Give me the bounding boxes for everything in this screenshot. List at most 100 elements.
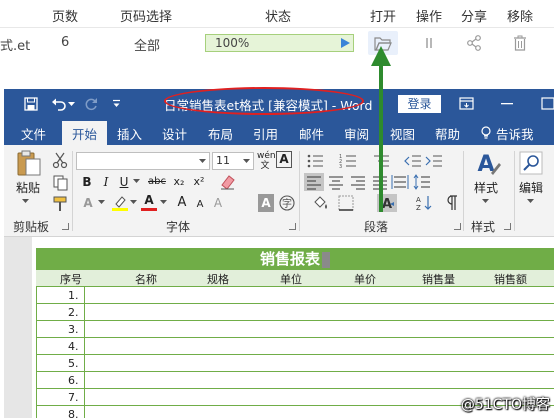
copy-icon[interactable] bbox=[50, 174, 70, 192]
table-row[interactable]: 1. bbox=[36, 287, 554, 304]
tab-mailings[interactable]: 邮件 bbox=[299, 124, 324, 143]
styles-launcher-icon[interactable] bbox=[504, 223, 511, 230]
styles-button-label[interactable]: 样式 bbox=[474, 179, 498, 197]
line-spacing-icon[interactable] bbox=[412, 173, 432, 191]
save-icon[interactable] bbox=[24, 97, 38, 111]
text-effects-button[interactable]: A bbox=[80, 194, 96, 212]
row-number: 3. bbox=[68, 323, 79, 336]
align-left-icon[interactable] bbox=[304, 173, 324, 191]
styles-dropdown-icon[interactable] bbox=[482, 199, 489, 204]
strikethrough-button[interactable]: abc bbox=[146, 173, 168, 191]
font-launcher-icon[interactable] bbox=[289, 223, 296, 230]
sheet-title: 销售报表 bbox=[36, 248, 554, 270]
group-separator bbox=[514, 151, 515, 231]
table-divider bbox=[84, 287, 85, 418]
font-color-dropdown-icon[interactable] bbox=[160, 200, 167, 205]
table-row[interactable]: 2. bbox=[36, 304, 554, 321]
file-list-panel: 页数 页码选择 状态 打开 操作 分享 移除 式.et 6 全部 100% bbox=[0, 0, 554, 88]
format-painter-icon[interactable] bbox=[50, 195, 70, 213]
column-header: 单位 bbox=[280, 273, 302, 286]
login-button[interactable]: 登录 bbox=[398, 95, 441, 113]
svg-text:A: A bbox=[416, 196, 421, 204]
underline-dropdown-icon[interactable] bbox=[133, 179, 140, 184]
increase-indent-icon[interactable] bbox=[424, 152, 444, 170]
maximize-icon[interactable] bbox=[541, 97, 554, 110]
text-effects-dropdown-icon[interactable] bbox=[98, 200, 105, 205]
tab-home[interactable]: 开始 bbox=[62, 121, 108, 145]
italic-button[interactable]: I bbox=[99, 173, 113, 191]
tab-references[interactable]: 引用 bbox=[253, 124, 278, 143]
file-page-select[interactable]: 全部 bbox=[134, 35, 160, 54]
customize-toolbar-icon[interactable] bbox=[112, 99, 121, 108]
enclose-char-icon[interactable]: 字 bbox=[277, 194, 297, 212]
bold-button[interactable]: B bbox=[80, 173, 94, 191]
shrink-font-button[interactable]: A bbox=[193, 196, 207, 214]
editing-button-label[interactable]: 编辑 bbox=[519, 179, 543, 197]
highlight-icon[interactable] bbox=[110, 194, 130, 212]
font-color-button[interactable]: A bbox=[141, 192, 157, 211]
column-header: 单价 bbox=[354, 273, 376, 286]
table-row[interactable]: 4. bbox=[36, 338, 554, 355]
show-marks-icon[interactable] bbox=[440, 194, 460, 212]
char-shading-button[interactable]: A bbox=[258, 194, 274, 212]
tab-review[interactable]: 审阅 bbox=[344, 124, 369, 143]
table-row[interactable]: 6. bbox=[36, 372, 554, 389]
document-page[interactable]: 销售报表 序号 名称 规格 单位 单价 销售量 销售额 1. 2. 3. 4. 5. 6.… bbox=[32, 237, 554, 418]
document-canvas[interactable]: 销售报表 序号 名称 规格 单位 单价 销售量 销售额 1. 2. 3. 4. 5. 6.… bbox=[4, 237, 554, 418]
paragraph-launcher-icon[interactable] bbox=[454, 223, 461, 230]
decrease-indent-icon[interactable] bbox=[403, 152, 423, 170]
file-list-header: 页数 页码选择 状态 打开 操作 分享 移除 bbox=[0, 0, 554, 28]
sort-icon[interactable]: A Z bbox=[414, 194, 434, 212]
share-icon[interactable] bbox=[464, 33, 484, 53]
tab-file[interactable]: 文件 bbox=[21, 124, 46, 143]
column-header: 销售量 bbox=[422, 273, 455, 286]
column-header: 规格 bbox=[207, 273, 229, 286]
find-icon[interactable] bbox=[519, 151, 543, 175]
clear-formatting-icon[interactable] bbox=[218, 173, 238, 191]
align-center-icon[interactable] bbox=[326, 173, 346, 191]
clipboard-launcher-icon[interactable] bbox=[62, 223, 69, 230]
undo-icon[interactable] bbox=[51, 97, 67, 111]
paste-dropdown-icon[interactable] bbox=[22, 199, 29, 204]
underline-button[interactable]: U bbox=[117, 173, 131, 191]
ribbon-display-icon[interactable] bbox=[459, 97, 474, 110]
phonetic-guide-button[interactable]: wén 文 bbox=[257, 151, 276, 171]
undo-dropdown-icon[interactable] bbox=[68, 102, 75, 107]
file-pages: 6 bbox=[61, 35, 70, 50]
highlight-dropdown-icon[interactable] bbox=[130, 200, 137, 205]
tab-help[interactable]: 帮助 bbox=[435, 124, 460, 143]
redo-icon[interactable] bbox=[84, 97, 98, 111]
char-border-button[interactable]: A bbox=[276, 151, 292, 168]
table-row[interactable]: 3. bbox=[36, 321, 554, 338]
bullets-icon[interactable] bbox=[306, 152, 326, 170]
font-name-select[interactable] bbox=[76, 152, 210, 170]
paste-icon[interactable] bbox=[16, 149, 42, 177]
change-case-button[interactable]: A bbox=[211, 194, 225, 212]
tab-tell-me[interactable]: 告诉我 bbox=[496, 124, 534, 143]
superscript-button[interactable]: x² bbox=[191, 173, 207, 191]
text-cursor bbox=[322, 251, 330, 268]
play-icon[interactable] bbox=[341, 38, 350, 48]
shading-icon[interactable] bbox=[310, 194, 330, 212]
table-row[interactable]: 5. bbox=[36, 355, 554, 372]
tab-layout[interactable]: 布局 bbox=[208, 124, 233, 143]
minimize-icon[interactable] bbox=[501, 103, 513, 105]
grow-font-button[interactable]: A bbox=[175, 194, 189, 212]
tab-insert[interactable]: 插入 bbox=[117, 124, 142, 143]
numbering-icon[interactable]: 1 2 3 bbox=[339, 152, 359, 170]
paste-label[interactable]: 粘贴 bbox=[16, 179, 40, 197]
paragraph-group-label: 段落 bbox=[364, 220, 389, 234]
chevron-down-icon bbox=[199, 159, 206, 163]
align-right-icon[interactable] bbox=[348, 173, 368, 191]
trash-icon[interactable] bbox=[510, 33, 530, 53]
row-number: 8. bbox=[68, 408, 79, 418]
tab-design[interactable]: 设计 bbox=[162, 124, 187, 143]
pause-icon[interactable] bbox=[419, 33, 439, 53]
cut-icon[interactable] bbox=[50, 151, 70, 169]
styles-gallery-icon[interactable]: A bbox=[474, 149, 502, 177]
header-operate: 操作 bbox=[416, 10, 443, 25]
subscript-button[interactable]: x₂ bbox=[171, 173, 187, 191]
editing-dropdown-icon[interactable] bbox=[527, 199, 534, 204]
font-size-select[interactable]: 11 bbox=[212, 152, 254, 170]
borders-icon[interactable] bbox=[336, 194, 356, 212]
